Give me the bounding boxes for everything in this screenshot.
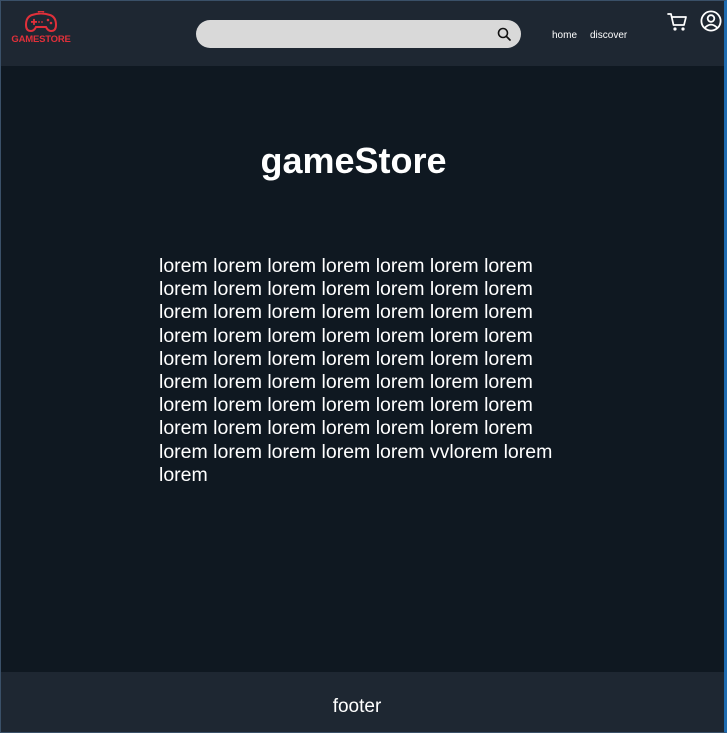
logo-text: GAMESTORE: [11, 34, 71, 45]
gamepad-icon: [24, 11, 58, 33]
logo[interactable]: GAMESTORE: [11, 11, 71, 49]
body-text: lorem lorem lorem lorem lorem lorem lore…: [159, 255, 553, 486]
search-input[interactable]: [210, 24, 480, 44]
search-bar: [196, 20, 521, 48]
user-circle-icon[interactable]: [700, 10, 722, 32]
nav-home-link[interactable]: home: [552, 30, 577, 41]
page-title: gameStore: [260, 140, 447, 181]
search-icon[interactable]: [497, 27, 511, 41]
footer-text: footer: [332, 696, 382, 717]
nav-discover-link[interactable]: discover: [590, 30, 627, 41]
cart-icon[interactable]: [667, 12, 688, 32]
